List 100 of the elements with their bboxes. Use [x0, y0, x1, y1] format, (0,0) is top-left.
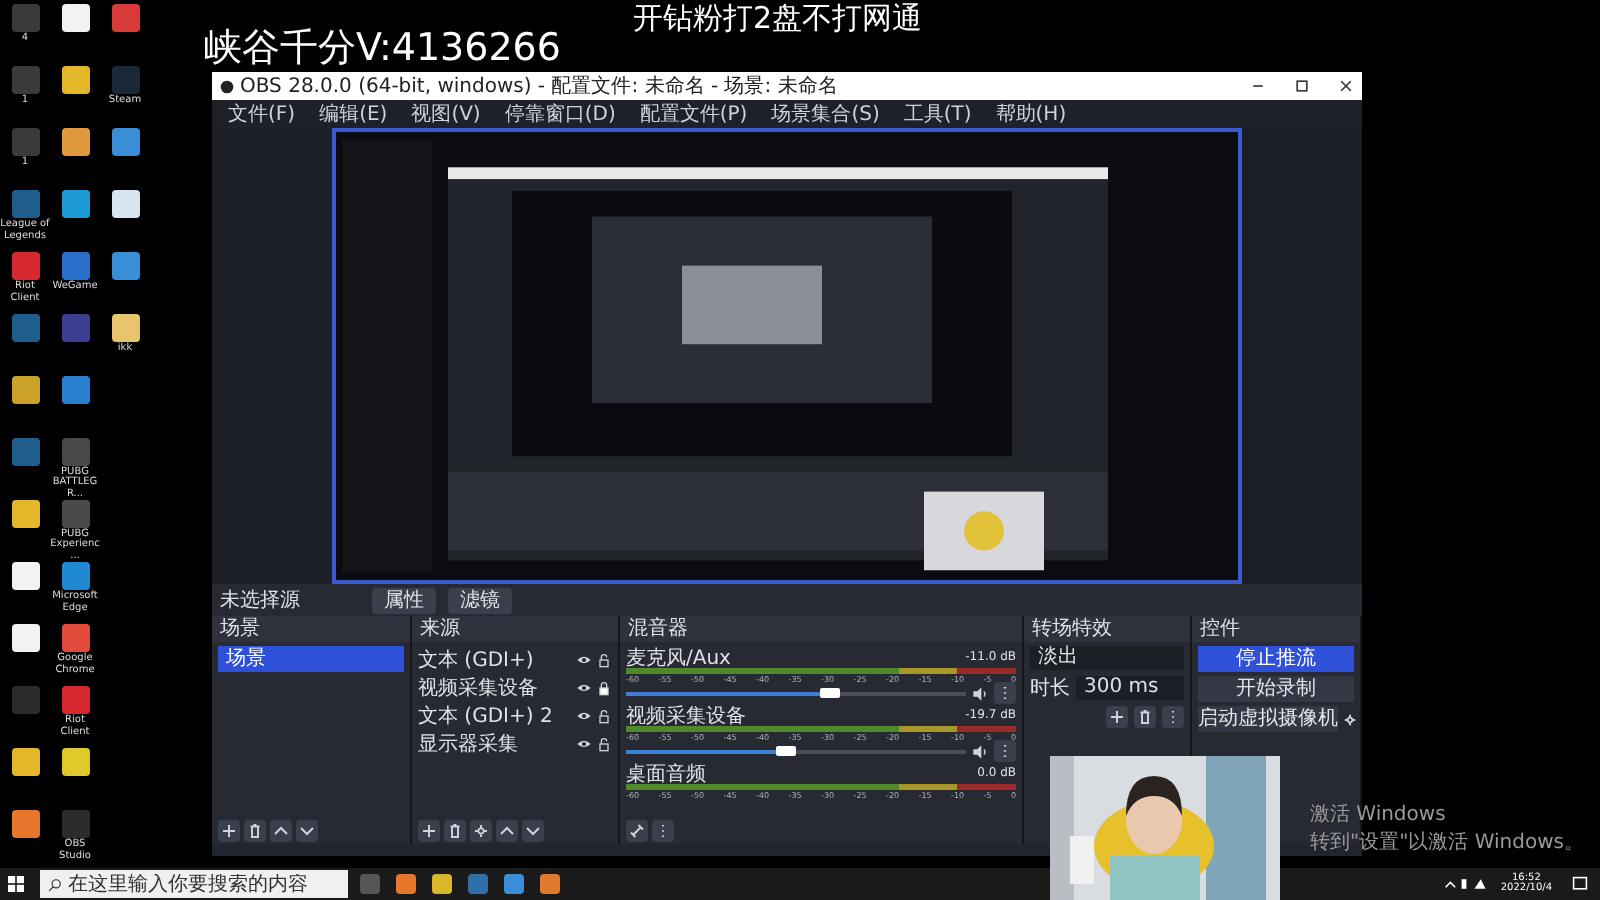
app-icon[interactable]	[11, 376, 39, 404]
menu-item[interactable]: 工具(T)	[903, 100, 972, 128]
app-icon[interactable]	[11, 748, 39, 776]
eye-icon[interactable]	[576, 735, 592, 751]
taskbar-app-icon[interactable]	[540, 874, 560, 894]
taskbar-app-icon[interactable]	[396, 874, 416, 894]
app-icon[interactable]	[11, 500, 39, 528]
source-item[interactable]: 视频采集设备	[418, 673, 572, 701]
source-item[interactable]: 文本 (GDI+) 2	[418, 701, 572, 729]
plus-icon	[1108, 708, 1126, 726]
app-icon[interactable]	[61, 190, 89, 218]
control-button[interactable]: 停止推流	[1198, 646, 1354, 672]
unlock-icon[interactable]	[596, 735, 612, 751]
search-icon	[48, 877, 62, 891]
remove-button[interactable]	[444, 819, 466, 841]
window-title: OBS 28.0.0 (64-bit, windows) - 配置文件: 未命名 - 场景: 未命名	[240, 73, 840, 100]
status-text: 未选择源	[220, 587, 300, 614]
app-icon[interactable]	[11, 624, 39, 652]
channel-name: 麦克风/Aux	[626, 645, 731, 671]
app-icon[interactable]	[61, 748, 89, 776]
app-icon[interactable]	[111, 128, 139, 156]
panel-title: 控件	[1192, 616, 1360, 642]
source-item[interactable]: 显示器采集	[418, 729, 572, 757]
add-button[interactable]	[218, 819, 240, 841]
unlock-icon[interactable]	[596, 707, 612, 723]
app-icon[interactable]	[111, 252, 139, 280]
windows-logo-icon[interactable]	[8, 876, 24, 892]
plus-icon	[420, 821, 438, 839]
move-down-button[interactable]	[522, 819, 544, 841]
more-button[interactable]	[652, 819, 674, 841]
trash-icon	[1136, 708, 1154, 726]
up-icon	[272, 821, 290, 839]
panel-title: 来源	[412, 616, 618, 642]
app-icon[interactable]	[111, 190, 139, 218]
trash-icon	[446, 821, 464, 839]
taskbar-app-icon[interactable]	[504, 874, 524, 894]
taskbar-app-icon[interactable]	[468, 874, 488, 894]
move-down-button[interactable]	[296, 819, 318, 841]
transition-dropdown[interactable]: 淡出	[1030, 646, 1184, 670]
plus-icon	[220, 821, 238, 839]
activation-text: 转到"设置"以激活 Windows。	[1309, 829, 1584, 856]
down-icon	[298, 821, 316, 839]
more-button[interactable]	[994, 740, 1016, 762]
field-label: 时长	[1030, 675, 1070, 702]
duration-field[interactable]: 300 ms	[1076, 676, 1184, 700]
settings-button[interactable]	[470, 819, 492, 841]
link-button[interactable]	[626, 819, 648, 841]
more-button[interactable]	[1162, 706, 1184, 728]
menu-item[interactable]: 场景集合(S)	[771, 100, 880, 128]
speaker-icon[interactable]	[972, 685, 988, 701]
app-icon[interactable]	[11, 562, 39, 590]
notification-icon[interactable]	[1572, 876, 1588, 892]
maximize-icon[interactable]	[1294, 78, 1310, 94]
overlay-text: 开钻粉打2盘不打网通	[632, 0, 923, 38]
add-button[interactable]	[418, 819, 440, 841]
panel-title: 转场特效	[1024, 616, 1190, 642]
panel-title: 混音器	[620, 616, 1022, 642]
overlay-text: 峡谷千分V:4136266	[204, 26, 561, 72]
move-up-button[interactable]	[496, 819, 518, 841]
source-item[interactable]: 文本 (GDI+)	[418, 645, 572, 673]
logo-icon	[220, 79, 234, 93]
taskbar-app-icon[interactable]	[432, 874, 452, 894]
scene-item[interactable]: 场景	[218, 646, 404, 672]
remove-button[interactable]	[244, 819, 266, 841]
menu-item[interactable]: 停靠窗口(D)	[504, 100, 616, 128]
trash-icon	[246, 821, 264, 839]
toolbar-button[interactable]: 属性	[372, 587, 436, 613]
app-icon[interactable]	[61, 66, 89, 94]
close-icon[interactable]	[1338, 78, 1354, 94]
unlock-icon[interactable]	[596, 651, 612, 667]
link-icon	[628, 821, 646, 839]
app-icon[interactable]	[61, 128, 89, 156]
eye-icon[interactable]	[576, 679, 592, 695]
settings-icon	[472, 821, 490, 839]
control-button[interactable]: 启动虚拟摄像机	[1198, 706, 1338, 732]
channel-name: 桌面音频	[626, 761, 706, 787]
menu-item[interactable]: 文件(F)	[228, 100, 296, 128]
move-up-button[interactable]	[270, 819, 292, 841]
more-button[interactable]	[994, 682, 1016, 704]
menu-item[interactable]: 帮助(H)	[995, 100, 1067, 128]
app-icon[interactable]	[111, 314, 139, 342]
menu-item[interactable]: 编辑(E)	[319, 100, 388, 128]
speaker-icon[interactable]	[972, 743, 988, 759]
menu-item[interactable]: 配置文件(P)	[639, 100, 748, 128]
activation-title: 激活 Windows	[1309, 802, 1448, 828]
toolbar-button[interactable]: 滤镜	[448, 587, 512, 613]
add-button[interactable]	[1106, 706, 1128, 728]
remove-button[interactable]	[1134, 706, 1156, 728]
channel-name: 视频采集设备	[626, 703, 746, 729]
down-icon	[524, 821, 542, 839]
menu-item[interactable]: 视图(V)	[411, 100, 481, 128]
control-button[interactable]: 开始录制	[1198, 676, 1354, 702]
lock-icon[interactable]	[596, 679, 612, 695]
panel-title: 场景	[212, 616, 410, 642]
app-icon[interactable]	[11, 810, 39, 838]
app-icon[interactable]	[61, 4, 89, 32]
settings-icon[interactable]	[1342, 711, 1358, 727]
up-icon	[498, 821, 516, 839]
eye-icon[interactable]	[576, 707, 592, 723]
eye-icon[interactable]	[576, 651, 592, 667]
